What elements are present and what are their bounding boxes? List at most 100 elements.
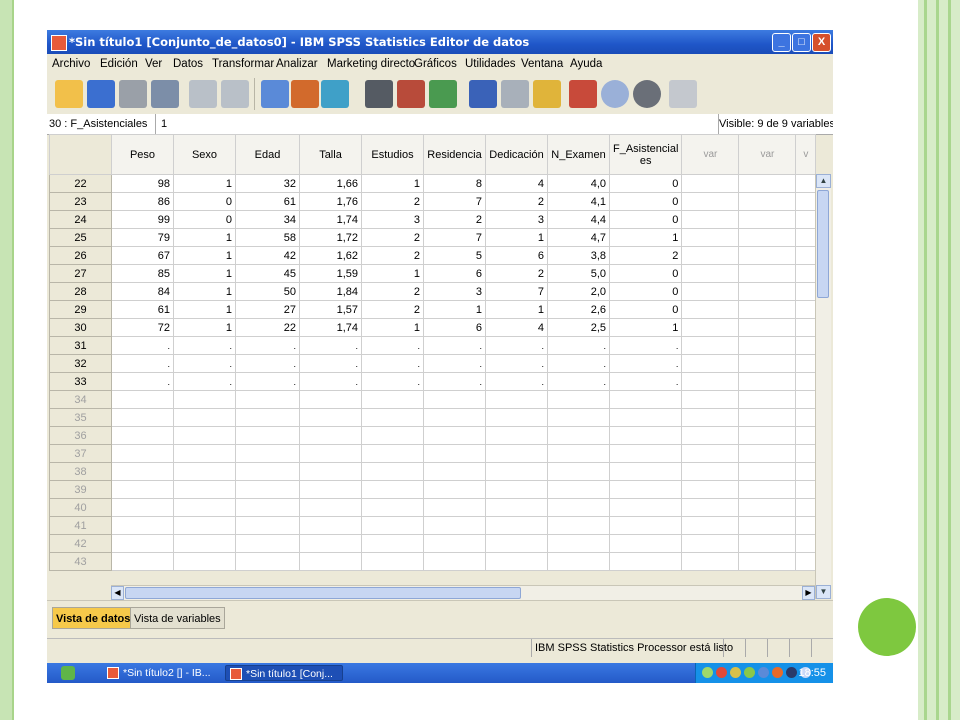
empty-cell[interactable] [795, 552, 817, 571]
data-cell[interactable]: 4,7 [547, 228, 610, 247]
data-cell[interactable] [173, 498, 236, 517]
data-cell[interactable]: . [547, 336, 610, 355]
data-cell[interactable] [361, 498, 424, 517]
data-cell[interactable]: 1,62 [299, 246, 362, 265]
data-cell[interactable] [485, 444, 548, 463]
data-cell[interactable]: 0 [608, 174, 683, 193]
empty-cell[interactable] [795, 480, 817, 499]
data-cell[interactable]: 1,84 [299, 282, 362, 301]
data-cell[interactable]: 2 [608, 246, 683, 265]
data-cell[interactable] [547, 444, 610, 463]
data-cell[interactable]: 2 [485, 192, 548, 211]
data-cell[interactable]: 1,76 [299, 192, 362, 211]
data-cell[interactable] [361, 408, 424, 427]
data-cell[interactable]: 1 [361, 318, 424, 337]
minimize-button[interactable]: _ [772, 33, 791, 52]
data-cell[interactable]: 2,5 [547, 318, 610, 337]
column-header[interactable]: Residencia [423, 134, 486, 175]
empty-cell[interactable] [738, 534, 797, 553]
data-cell[interactable]: 0 [608, 264, 683, 283]
column-header[interactable]: Sexo [173, 134, 236, 175]
data-cell[interactable] [173, 444, 236, 463]
data-cell[interactable] [547, 552, 610, 571]
data-cell[interactable]: . [547, 372, 610, 391]
empty-cell[interactable] [738, 354, 797, 373]
data-cell[interactable] [299, 534, 362, 553]
data-cell[interactable] [111, 534, 174, 553]
empty-cell[interactable] [738, 480, 797, 499]
data-cell[interactable]: . [423, 354, 486, 373]
menu-ventana[interactable]: Ventana [521, 54, 563, 74]
data-cell[interactable]: . [485, 372, 548, 391]
data-cell[interactable]: 85 [111, 264, 174, 283]
maximize-button[interactable]: □ [792, 33, 811, 52]
split-file-icon[interactable] [469, 80, 497, 108]
data-cell[interactable] [485, 498, 548, 517]
empty-cell[interactable] [795, 336, 817, 355]
data-cell[interactable]: 1,72 [299, 228, 362, 247]
data-cell[interactable] [423, 408, 486, 427]
data-cell[interactable] [547, 498, 610, 517]
data-cell[interactable] [111, 552, 174, 571]
empty-cell[interactable] [738, 444, 797, 463]
value-labels-icon[interactable] [569, 80, 597, 108]
data-cell[interactable] [423, 444, 486, 463]
use-sets-icon[interactable] [601, 80, 629, 108]
update-icon[interactable] [730, 667, 741, 678]
data-cell[interactable] [299, 462, 362, 481]
data-cell[interactable]: 86 [111, 192, 174, 211]
empty-cell[interactable] [681, 318, 740, 337]
data-cell[interactable]: . [173, 336, 236, 355]
data-cell[interactable]: 2,6 [547, 300, 610, 319]
data-cell[interactable] [111, 516, 174, 535]
data-cell[interactable] [485, 426, 548, 445]
empty-cell[interactable] [795, 408, 817, 427]
empty-cell[interactable] [795, 372, 817, 391]
redo-icon[interactable] [221, 80, 249, 108]
print-icon[interactable] [119, 80, 147, 108]
data-cell[interactable] [361, 462, 424, 481]
empty-cell[interactable] [738, 192, 797, 211]
tab-data-view[interactable]: Vista de datos [52, 607, 135, 629]
data-cell[interactable]: 1 [423, 300, 486, 319]
spell-check-icon[interactable] [669, 80, 697, 108]
data-cell[interactable]: 50 [235, 282, 300, 301]
empty-cell[interactable] [738, 462, 797, 481]
data-cell[interactable]: 2,0 [547, 282, 610, 301]
empty-variable-header[interactable]: v [795, 134, 817, 175]
data-cell[interactable]: . [608, 336, 683, 355]
empty-cell[interactable] [795, 426, 817, 445]
row-number[interactable]: 30 [49, 318, 112, 337]
data-cell[interactable] [361, 426, 424, 445]
close-button[interactable]: X [812, 33, 831, 52]
data-cell[interactable]: . [111, 354, 174, 373]
data-cell[interactable]: . [111, 336, 174, 355]
empty-cell[interactable] [681, 336, 740, 355]
data-cell[interactable]: 84 [111, 282, 174, 301]
data-cell[interactable]: . [361, 336, 424, 355]
column-header[interactable]: Peso [111, 134, 174, 175]
data-cell[interactable] [423, 426, 486, 445]
empty-cell[interactable] [681, 174, 740, 193]
data-cell[interactable] [608, 426, 683, 445]
data-cell[interactable]: . [423, 336, 486, 355]
app-tray-icon[interactable] [786, 667, 797, 678]
data-cell[interactable] [608, 462, 683, 481]
empty-cell[interactable] [681, 534, 740, 553]
data-cell[interactable]: . [361, 372, 424, 391]
menu-transformar[interactable]: Transformar [212, 54, 274, 74]
data-cell[interactable]: . [235, 336, 300, 355]
data-cell[interactable] [235, 408, 300, 427]
row-number[interactable]: 43 [49, 552, 112, 571]
weight-cases-icon[interactable] [501, 80, 529, 108]
data-cell[interactable]: 5,0 [547, 264, 610, 283]
data-cell[interactable]: 2 [361, 300, 424, 319]
empty-cell[interactable] [681, 390, 740, 409]
start-icon[interactable] [61, 666, 75, 680]
data-cell[interactable] [111, 408, 174, 427]
data-cell[interactable]: . [485, 336, 548, 355]
empty-cell[interactable] [681, 192, 740, 211]
row-number[interactable]: 26 [49, 246, 112, 265]
empty-cell[interactable] [795, 534, 817, 553]
empty-cell[interactable] [738, 246, 797, 265]
